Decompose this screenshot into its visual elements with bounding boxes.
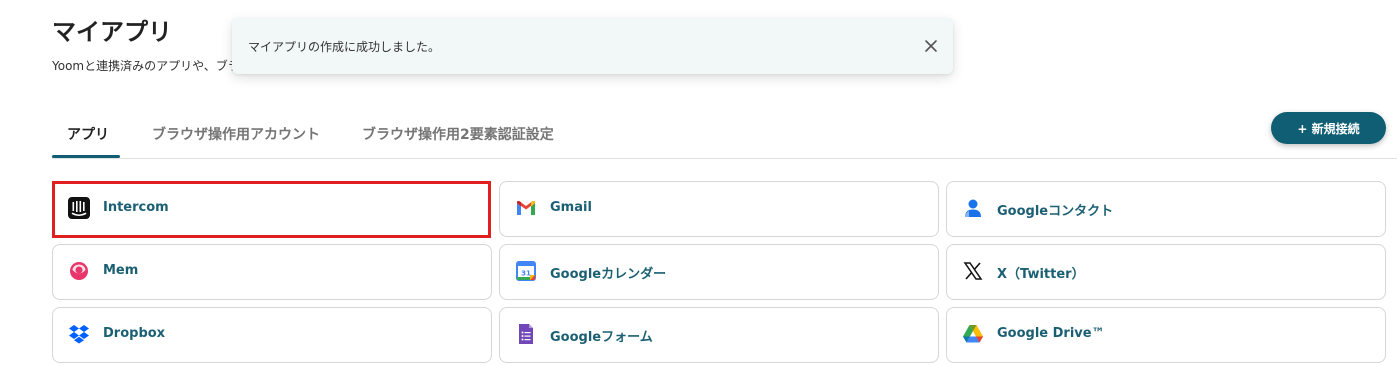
- page-subtitle: Yoomと連携済みのアプリや、ブラ: [52, 59, 240, 73]
- close-icon[interactable]: [923, 38, 939, 54]
- google-contacts-icon: [962, 197, 984, 219]
- dropbox-icon: [68, 323, 90, 345]
- app-card-label: Gmail: [550, 200, 592, 215]
- success-toast: マイアプリの作成に成功しました。: [232, 18, 953, 74]
- app-card-label: Mem: [103, 263, 139, 278]
- app-card-label: Dropbox: [103, 326, 166, 341]
- page-title: マイアプリ: [52, 18, 172, 46]
- app-card-label: Googleコンタクト: [997, 204, 1114, 219]
- app-card-label: Intercom: [103, 200, 169, 215]
- active-tab-indicator: [52, 155, 120, 158]
- tab-browser-2fa-settings[interactable]: ブラウザ操作用2要素認証設定: [362, 124, 554, 144]
- app-card-label: Google Drive™: [997, 326, 1105, 341]
- new-connection-button[interactable]: + 新規接続: [1271, 112, 1386, 144]
- app-card-label: X（Twitter）: [997, 267, 1085, 282]
- tab-apps[interactable]: アプリ: [67, 124, 109, 144]
- mem-icon: [68, 260, 90, 282]
- tab-bar: アプリ ブラウザ操作用アカウント ブラウザ操作用2要素認証設定: [52, 114, 1397, 159]
- intercom-icon: [68, 197, 90, 219]
- google-forms-icon: [515, 323, 537, 345]
- app-card-google-forms[interactable]: Googleフォーム: [499, 307, 939, 363]
- app-card-google-contacts[interactable]: Googleコンタクト: [946, 181, 1386, 237]
- tab-browser-accounts[interactable]: ブラウザ操作用アカウント: [152, 124, 320, 144]
- app-card-mem[interactable]: Mem: [52, 244, 492, 300]
- app-card-label: Googleフォーム: [550, 330, 653, 345]
- google-drive-icon: [962, 323, 984, 345]
- gmail-icon: [515, 197, 537, 219]
- app-card-gmail[interactable]: Gmail: [499, 181, 939, 237]
- app-card-dropbox[interactable]: Dropbox: [52, 307, 492, 363]
- toast-message: マイアプリの作成に成功しました。: [248, 40, 441, 54]
- app-card-x-twitter[interactable]: X（Twitter）: [946, 244, 1386, 300]
- app-card-label: Googleカレンダー: [550, 267, 667, 282]
- app-card-google-calendar[interactable]: 31 Googleカレンダー: [499, 244, 939, 300]
- x-twitter-icon: [962, 260, 984, 282]
- app-card-google-drive[interactable]: Google Drive™: [946, 307, 1386, 363]
- app-card-intercom[interactable]: Intercom: [52, 181, 491, 238]
- google-calendar-icon: 31: [515, 260, 537, 282]
- svg-text:31: 31: [521, 270, 531, 278]
